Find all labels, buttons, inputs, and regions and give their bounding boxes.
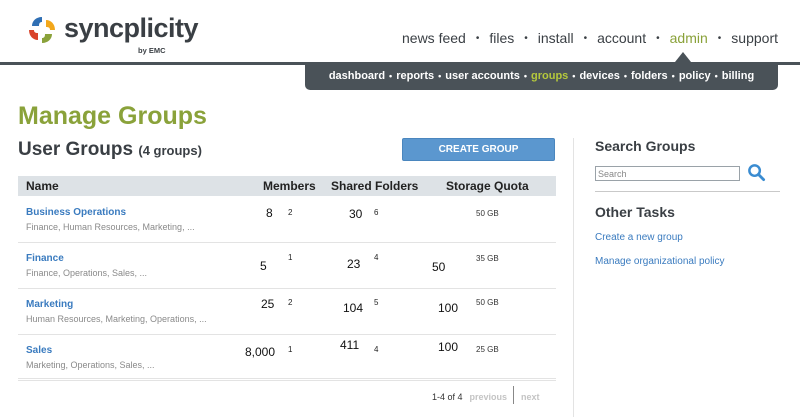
topnav-account[interactable]: account: [597, 30, 646, 46]
storage-quota: 50 GB: [476, 298, 499, 307]
nav-separator: •: [656, 32, 660, 44]
table-header: Name Members Shared Folders Storage Quot…: [18, 176, 556, 196]
create-group-button[interactable]: CREATE GROUP: [402, 138, 555, 161]
storage-value: 50: [432, 260, 446, 274]
members-subcount: 2: [288, 208, 293, 217]
subnav-pointer: [675, 52, 691, 62]
brand-logo[interactable]: syncplicity by EMC: [26, 13, 199, 59]
topnav-support[interactable]: support: [731, 30, 778, 46]
nav-separator: •: [714, 71, 718, 81]
members-count: 5: [260, 259, 267, 273]
column-members[interactable]: Members: [263, 179, 316, 193]
previous-page-link[interactable]: previous: [470, 392, 508, 402]
subnav-folders[interactable]: folders: [631, 70, 668, 82]
nav-separator: •: [475, 32, 480, 44]
manage-policy-link[interactable]: Manage organizational policy: [595, 256, 725, 267]
folders-subcount: 5: [374, 298, 379, 307]
members-count: 8: [266, 206, 273, 220]
folders-count: 411: [340, 338, 360, 352]
folders-count: 104: [343, 301, 364, 315]
other-tasks-heading: Other Tasks: [595, 204, 675, 220]
table-row: Sales Marketing, Operations, Sales, ... …: [18, 335, 556, 381]
group-name-link[interactable]: Marketing: [26, 299, 73, 310]
members-count: 25: [261, 297, 275, 311]
subnav-groups[interactable]: groups: [531, 70, 568, 82]
search-input[interactable]: [595, 166, 740, 181]
subnav-devices[interactable]: devices: [579, 70, 619, 82]
nav-separator: •: [438, 71, 442, 81]
sidebar-divider: [573, 138, 574, 417]
storage-value: 100: [438, 301, 459, 315]
table-row: Marketing Human Resources, Marketing, Op…: [18, 289, 556, 335]
group-tags: Human Resources, Marketing, Operations, …: [26, 314, 207, 324]
pagination-range: 1-4 of 4: [432, 392, 463, 402]
column-shared-folders[interactable]: Shared Folders: [331, 179, 418, 193]
create-group-link[interactable]: Create a new group: [595, 232, 683, 243]
storage-quota: 35 GB: [476, 254, 499, 263]
table-bottom-border: [18, 378, 556, 379]
topnav-admin[interactable]: admin: [670, 30, 708, 46]
nav-separator: •: [671, 71, 675, 81]
subnav-billing[interactable]: billing: [722, 70, 754, 82]
subnav-dashboard[interactable]: dashboard: [329, 70, 385, 82]
group-name-link[interactable]: Business Operations: [26, 207, 126, 218]
nav-separator: •: [572, 71, 576, 81]
folders-count: 30: [349, 207, 363, 221]
table-row: Finance Finance, Operations, Sales, ... …: [18, 243, 556, 289]
section-title: User Groups (4 groups): [18, 139, 202, 161]
group-name-link[interactable]: Sales: [26, 345, 52, 356]
subnav-user-accounts[interactable]: user accounts: [445, 70, 520, 82]
pagination: 1-4 of 4 previous next: [432, 386, 540, 404]
storage-value: 100: [438, 340, 459, 354]
sidebar-divider-line: [595, 191, 780, 192]
section-title-text: User Groups: [18, 139, 134, 160]
pagination-divider: [513, 386, 515, 404]
topnav-files[interactable]: files: [489, 30, 514, 46]
nav-separator: •: [389, 71, 393, 81]
page-title: Manage Groups: [18, 102, 207, 130]
nav-separator: •: [524, 32, 528, 44]
table-row: Business Operations Finance, Human Resou…: [18, 197, 556, 243]
storage-quota: 50 GB: [476, 209, 499, 218]
subnav-reports[interactable]: reports: [396, 70, 434, 82]
column-name[interactable]: Name: [26, 179, 59, 193]
storage-quota: 25 GB: [476, 345, 499, 354]
topnav-install[interactable]: install: [538, 30, 574, 46]
column-storage-quota[interactable]: Storage Quota: [446, 179, 529, 193]
folders-subcount: 6: [374, 208, 379, 217]
members-subcount: 2: [288, 298, 293, 307]
brand-name: syncplicity: [64, 13, 199, 43]
top-navigation: news feed • files • install • account • …: [402, 30, 778, 46]
group-count: (4 groups): [138, 143, 202, 158]
search-icon[interactable]: [747, 163, 766, 182]
members-subcount: 1: [288, 345, 293, 354]
nav-separator: •: [717, 32, 722, 44]
nav-separator: •: [623, 71, 627, 81]
folders-subcount: 4: [374, 345, 379, 354]
group-tags: Finance, Operations, Sales, ...: [26, 268, 148, 278]
search-groups-heading: Search Groups: [595, 138, 696, 154]
folders-count: 23: [347, 257, 361, 271]
topnav-news-feed[interactable]: news feed: [402, 30, 466, 46]
group-tags: Finance, Human Resources, Marketing, ...: [26, 222, 195, 232]
group-tags: Marketing, Operations, Sales, ...: [26, 360, 155, 370]
nav-separator: •: [583, 32, 588, 44]
members-count: 8,000: [245, 345, 276, 359]
group-name-link[interactable]: Finance: [26, 253, 64, 264]
nav-separator: •: [523, 71, 528, 81]
next-page-link[interactable]: next: [521, 392, 540, 402]
subnav-policy[interactable]: policy: [679, 70, 711, 82]
members-subcount: 1: [288, 253, 293, 262]
folders-subcount: 4: [374, 253, 379, 262]
brand-byline: by EMC: [138, 46, 166, 55]
admin-subnav: dashboard • reports • user accounts • gr…: [305, 62, 778, 90]
syncplicity-logo-icon: [29, 17, 55, 43]
